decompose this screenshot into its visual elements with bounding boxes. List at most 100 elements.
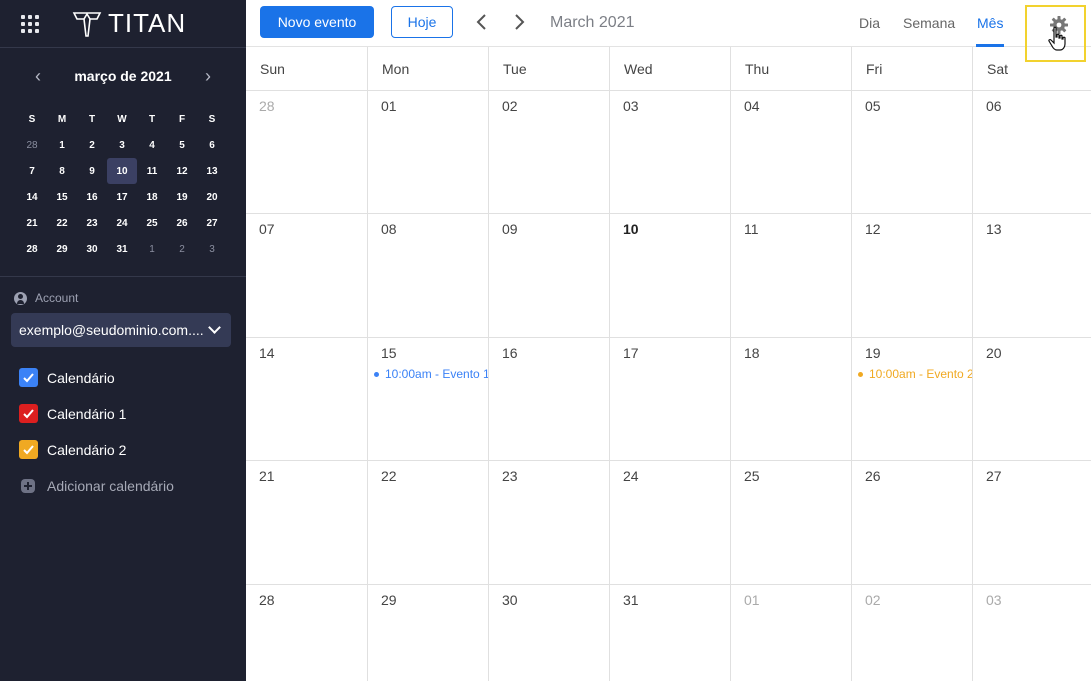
mini-day[interactable]: 23 [77, 210, 107, 236]
mini-day[interactable]: 28 [17, 236, 47, 262]
mini-day[interactable]: 30 [77, 236, 107, 262]
day-cell[interactable]: 30 [489, 585, 610, 681]
tab-month[interactable]: Mês [977, 15, 1003, 31]
day-cell[interactable]: 12 [852, 214, 973, 338]
day-cell[interactable]: 15 10:00am - Evento 1 [368, 338, 489, 461]
day-cell[interactable]: 16 [489, 338, 610, 461]
mini-day[interactable]: 11 [137, 158, 167, 184]
day-number: 28 [259, 98, 275, 114]
day-cell-today[interactable]: 10 [610, 214, 731, 338]
mini-day[interactable]: 12 [167, 158, 197, 184]
add-calendar-button[interactable]: Adicionar calendário [21, 478, 174, 494]
day-cell[interactable]: 06 [973, 91, 1091, 214]
day-cell[interactable]: 11 [731, 214, 852, 338]
checkbox-checked-icon[interactable] [19, 404, 38, 423]
mini-day[interactable]: 7 [17, 158, 47, 184]
day-cell[interactable]: 25 [731, 461, 852, 585]
mini-day[interactable]: 8 [47, 158, 77, 184]
plus-icon [21, 479, 35, 493]
mini-prev-month-button[interactable]: ‹ [28, 66, 48, 87]
mini-day[interactable]: 18 [137, 184, 167, 210]
mini-day[interactable]: 31 [107, 236, 137, 262]
calendar-toggle-calendario[interactable]: Calendário [19, 368, 115, 387]
day-cell[interactable]: 03 [973, 585, 1091, 681]
mini-day[interactable]: 3 [107, 132, 137, 158]
day-cell[interactable]: 22 [368, 461, 489, 585]
day-number: 30 [502, 592, 518, 608]
day-cell[interactable]: 03 [610, 91, 731, 214]
day-number: 27 [986, 468, 1002, 484]
mini-day[interactable]: 6 [197, 132, 227, 158]
day-cell[interactable]: 29 [368, 585, 489, 681]
event-item[interactable]: 10:00am - Evento 1 [374, 367, 488, 381]
mini-next-month-button[interactable]: › [198, 66, 218, 87]
mini-day[interactable]: 14 [17, 184, 47, 210]
mini-day[interactable]: 17 [107, 184, 137, 210]
mini-day[interactable]: 15 [47, 184, 77, 210]
mini-day[interactable]: 9 [77, 158, 107, 184]
mini-day[interactable]: 19 [167, 184, 197, 210]
day-cell[interactable]: 17 [610, 338, 731, 461]
day-number: 08 [381, 221, 397, 237]
day-cell[interactable]: 05 [852, 91, 973, 214]
day-cell[interactable]: 02 [489, 91, 610, 214]
mini-day[interactable]: 22 [47, 210, 77, 236]
day-cell[interactable]: 01 [731, 585, 852, 681]
mini-day[interactable]: 2 [167, 236, 197, 262]
checkbox-checked-icon[interactable] [19, 368, 38, 387]
day-number: 09 [502, 221, 518, 237]
tab-day[interactable]: Dia [859, 15, 880, 31]
mini-day[interactable]: 25 [137, 210, 167, 236]
day-cell[interactable]: 27 [973, 461, 1091, 585]
day-cell[interactable]: 07 [246, 214, 368, 338]
apps-grid-icon [21, 14, 39, 33]
mini-day[interactable]: 5 [167, 132, 197, 158]
calendar-toggle-calendario-2[interactable]: Calendário 2 [19, 440, 126, 459]
mini-day[interactable]: 16 [77, 184, 107, 210]
event-item[interactable]: 10:00am - Evento 2 [858, 367, 972, 381]
new-event-button[interactable]: Novo evento [260, 6, 374, 38]
checkbox-checked-icon[interactable] [19, 440, 38, 459]
day-number: 13 [986, 221, 1002, 237]
day-cell[interactable]: 23 [489, 461, 610, 585]
apps-grid-button[interactable] [0, 0, 60, 48]
day-cell[interactable]: 04 [731, 91, 852, 214]
day-cell[interactable]: 28 [246, 91, 368, 214]
day-cell[interactable]: 31 [610, 585, 731, 681]
day-cell[interactable]: 14 [246, 338, 368, 461]
mini-day[interactable]: 13 [197, 158, 227, 184]
mini-day[interactable]: 26 [167, 210, 197, 236]
day-cell[interactable]: 26 [852, 461, 973, 585]
day-cell[interactable]: 08 [368, 214, 489, 338]
day-cell[interactable]: 24 [610, 461, 731, 585]
today-button[interactable]: Hoje [391, 6, 453, 38]
mini-day[interactable]: 1 [47, 132, 77, 158]
mini-day[interactable]: 21 [17, 210, 47, 236]
day-cell[interactable]: 18 [731, 338, 852, 461]
prev-month-button[interactable] [470, 10, 492, 34]
day-cell[interactable]: 28 [246, 585, 368, 681]
mini-day[interactable]: 1 [137, 236, 167, 262]
day-cell[interactable]: 21 [246, 461, 368, 585]
calendar-toggle-calendario-1[interactable]: Calendário 1 [19, 404, 126, 423]
day-cell[interactable]: 13 [973, 214, 1091, 338]
mini-day-selected[interactable]: 10 [107, 158, 137, 184]
mini-day[interactable]: 24 [107, 210, 137, 236]
mini-day[interactable]: 4 [137, 132, 167, 158]
day-cell[interactable]: 20 [973, 338, 1091, 461]
mini-day[interactable]: 2 [77, 132, 107, 158]
mini-day[interactable]: 29 [47, 236, 77, 262]
day-cell[interactable]: 19 10:00am - Evento 2 [852, 338, 973, 461]
weekday-label: Fri [852, 47, 973, 91]
mini-day[interactable]: 3 [197, 236, 227, 262]
account-select[interactable]: exemplo@seudominio.com.... [11, 313, 231, 347]
mini-day[interactable]: 20 [197, 184, 227, 210]
next-month-button[interactable] [509, 10, 531, 34]
add-calendar-label: Adicionar calendário [47, 478, 174, 494]
day-cell[interactable]: 09 [489, 214, 610, 338]
day-cell[interactable]: 02 [852, 585, 973, 681]
day-cell[interactable]: 01 [368, 91, 489, 214]
mini-day[interactable]: 27 [197, 210, 227, 236]
tab-week[interactable]: Semana [903, 15, 955, 31]
mini-day[interactable]: 28 [17, 132, 47, 158]
